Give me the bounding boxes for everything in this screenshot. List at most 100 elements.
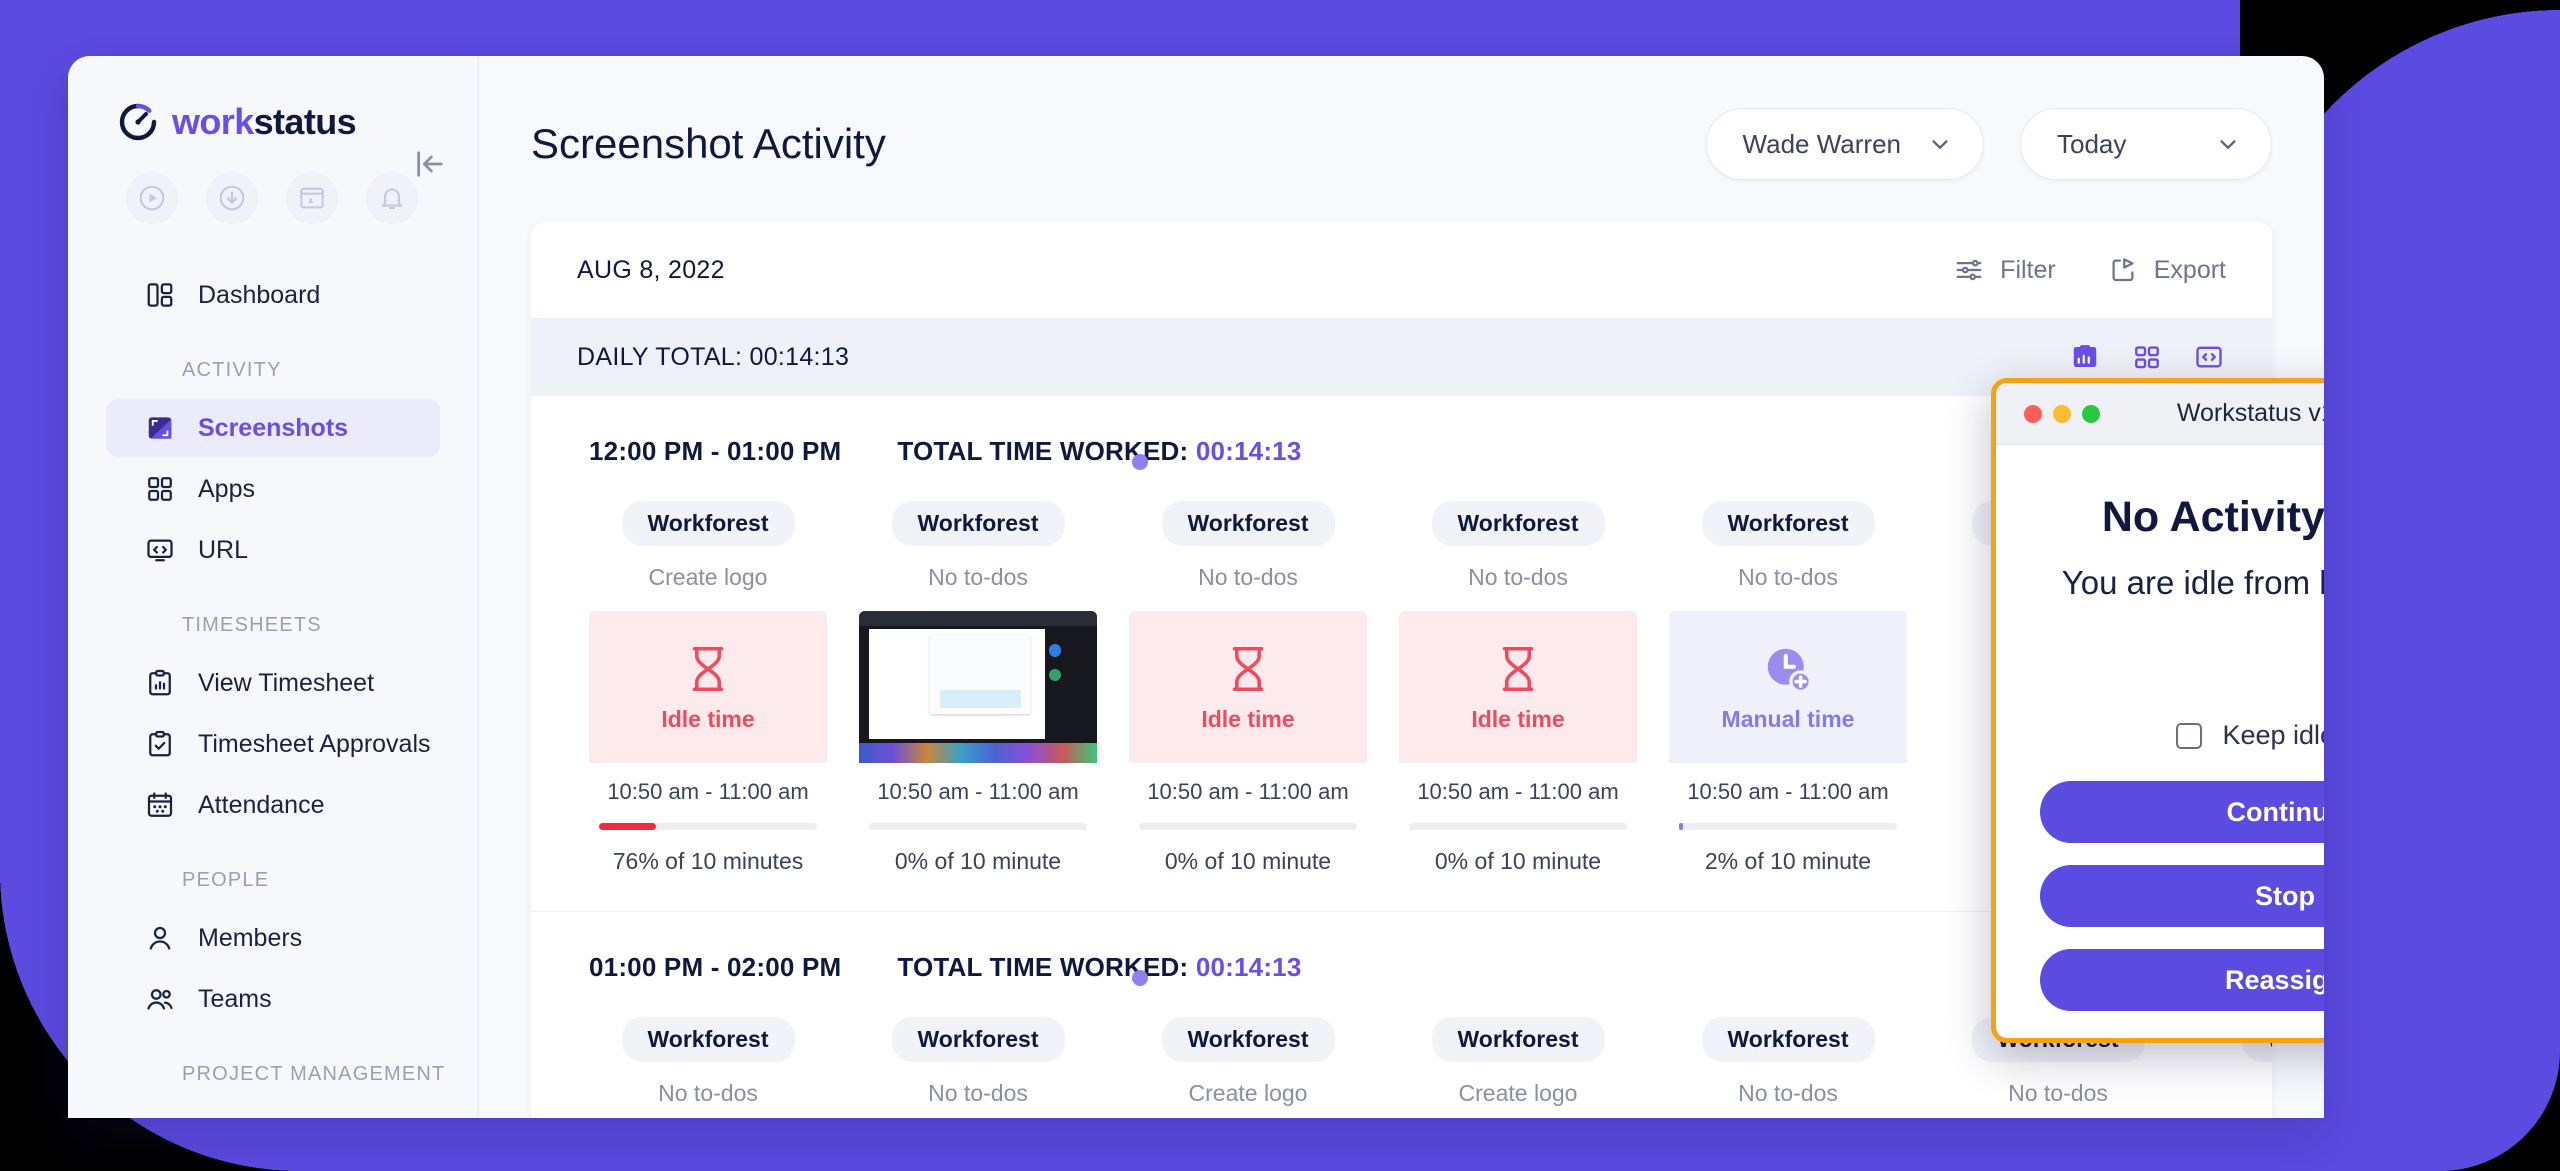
todo-label: No to-dos (928, 1080, 1028, 1106)
popup-click-icon[interactable] (286, 172, 338, 224)
sidebar-item-label: Apps (198, 474, 255, 503)
sidebar-section-project-management: PROJECT MANAGEMENT (182, 1063, 446, 1085)
screenshot-card[interactable]: Workforest No to-dos Idle time 10:50 am … (1399, 501, 1637, 875)
idle-label: Idle time (1201, 705, 1295, 732)
dialog-titlebar: Workstatus v1.8 (8) (1996, 383, 2324, 445)
screenshot-card[interactable]: Workforest No to-dos (589, 1017, 827, 1118)
dialog-body: No Activity Found You are idle from last… (1996, 445, 2324, 751)
screenshot-card[interactable]: Workforest Create logo Idle time 10:50 a… (589, 501, 827, 875)
dialog-actions: Continue Stop Reassign (1996, 751, 2324, 1011)
sidebar-item-screenshots[interactable]: Screenshots (106, 399, 440, 457)
screenshot-icon (144, 412, 176, 444)
todo-label: No to-dos (2209, 1080, 2272, 1107)
activity-bar (869, 823, 1087, 830)
sidebar-item-label: Teams (198, 984, 272, 1013)
reassign-button[interactable]: Reassign (2040, 949, 2324, 1011)
screenshot-view-icon[interactable] (2068, 340, 2102, 374)
timeslot-total: TOTAL TIME WORKED: 00:14:13 (897, 436, 1301, 467)
sidebar-item-view-timesheet[interactable]: View Timesheet (106, 654, 440, 712)
screenshot-meta: 10:50 am - 11:00 am 76% of 10 minutes (589, 763, 827, 875)
member-dropdown[interactable]: Wade Warren (1705, 108, 1984, 180)
sidebar-item-url[interactable]: URL (106, 521, 440, 579)
collapse-left-icon (417, 151, 443, 177)
todo-label: No to-dos (1738, 564, 1838, 590)
member-dropdown-value: Wade Warren (1742, 128, 1901, 159)
card-actions: Filter Export (1952, 253, 2226, 287)
chevron-down-icon (2220, 140, 2236, 149)
timeslot-total: TOTAL TIME WORKED: 00:14:13 (897, 952, 1301, 983)
sidebar-section-activity: ACTIVITY (182, 359, 282, 381)
idle-thumbnail[interactable]: Idle time (1129, 611, 1367, 763)
stop-button[interactable]: Stop (2040, 865, 2324, 927)
screenshot-thumbnail[interactable] (859, 611, 1097, 763)
play-circle-icon[interactable] (126, 172, 178, 224)
manual-time-thumbnail[interactable]: Manual time (1669, 611, 1907, 763)
screenshot-card[interactable]: Workforest No to-dos (859, 1017, 1097, 1118)
chevron-down-icon (1932, 140, 1948, 149)
todo-label: No to-dos (658, 1080, 758, 1106)
hourglass-icon (1232, 646, 1264, 691)
screenshot-meta: 10:50 am - 11:00 am 0% of 10 minute (1399, 763, 1637, 875)
manual-clock-icon (1767, 648, 1812, 693)
screenshot-meta: 10:50 am - 11:00 am 0% of 10 minute (859, 763, 1097, 875)
code-view-icon[interactable] (2192, 340, 2226, 374)
sidebar-item-attendance[interactable]: Attendance (106, 776, 440, 834)
checkbox-box[interactable] (2176, 722, 2203, 749)
idle-thumbnail[interactable]: Idle time (1399, 611, 1637, 763)
app-logo[interactable]: workstatus (68, 56, 478, 144)
screenshot-card[interactable]: Workforest No to-dos Idle time 10:50 am … (1129, 501, 1367, 875)
project-badge: Workforest (1161, 1017, 1335, 1062)
todo-label: Create logo (1458, 1080, 1578, 1106)
sidebar-item-members[interactable]: Members (106, 909, 440, 967)
keep-idle-time-checkbox[interactable]: Keep idle time (2040, 720, 2324, 751)
continue-button[interactable]: Continue (2040, 781, 2324, 843)
sidebar: workstatus Dashboard ACTIVITY Screenshot… (68, 56, 479, 1118)
sidebar-item-dashboard[interactable]: Dashboard (106, 266, 440, 324)
header-controls: Wade Warren Today (1705, 108, 2272, 180)
hourglass-icon (692, 646, 724, 691)
dialog-window-title: Workstatus v1.8 (8) (2176, 399, 2324, 427)
filter-label: Filter (2000, 255, 2056, 284)
sidebar-item-timesheet-approvals[interactable]: Timesheet Approvals (106, 715, 440, 773)
todo-label: No to-dos (928, 564, 1028, 590)
activity-bar (1679, 823, 1897, 830)
grid-view-icon[interactable] (2130, 340, 2164, 374)
screenshot-meta: 10:50 am - 11:00 am 0% of 10 minute (1129, 763, 1367, 875)
date-dropdown[interactable]: Today (2020, 108, 2272, 180)
dialog-subtitle: You are idle from last 00:22:22 (2061, 564, 2324, 601)
project-badge: Workforest (1431, 501, 1605, 546)
sidebar-item-apps[interactable]: Apps (106, 460, 440, 518)
screenshot-card[interactable]: Workforest Create logo (1399, 1017, 1637, 1118)
idle-thumbnail[interactable]: Idle time (589, 611, 827, 763)
project-badge: Workforest (1701, 501, 1875, 546)
keep-idle-time-label: Keep idle time (2222, 720, 2324, 750)
screenshot-card[interactable]: Workforest No to-dos (859, 501, 1097, 875)
screenshot-card[interactable]: Workforest No to-dos (1669, 1017, 1907, 1118)
sidebar-item-teams[interactable]: Teams (106, 970, 440, 1028)
screenshot-meta: 10:50 am - 11:00 am 2% of 10 minute (1669, 763, 1907, 875)
screenshot-card[interactable]: Workforest Create logo (1129, 1017, 1367, 1118)
logo-word-1: work (172, 101, 254, 142)
idle-label: Idle time (661, 705, 755, 732)
todo-label: No to-dos (1468, 564, 1568, 590)
sidebar-item-label: Screenshots (198, 413, 349, 442)
clipboard-chart-icon (144, 667, 176, 699)
todo-label: Create logo (1188, 1080, 1308, 1106)
users-icon (144, 983, 176, 1015)
idle-label: Idle time (1471, 705, 1565, 732)
project-badge: Workforest (891, 1017, 1065, 1062)
collapse-sidebar-button[interactable] (410, 144, 450, 184)
screenshot-card[interactable]: Workforest No to-dos Manual time 10:50 a… (1669, 501, 1907, 875)
sidebar-item-label: Dashboard (198, 280, 321, 309)
filter-button[interactable]: Filter (1952, 253, 2056, 287)
activity-bar (599, 823, 817, 830)
export-icon (2106, 253, 2140, 287)
timeline-dot (1132, 454, 1148, 470)
time-range: 10:50 am - 11:00 am (1417, 779, 1619, 804)
download-circle-icon[interactable] (206, 172, 258, 224)
thumbnail-image (859, 611, 1097, 763)
apps-grid-icon (144, 473, 176, 505)
export-button[interactable]: Export (2106, 253, 2226, 287)
date-label: AUG 8, 2022 (577, 255, 725, 284)
activity-percent: 0% of 10 minute (894, 848, 1062, 874)
